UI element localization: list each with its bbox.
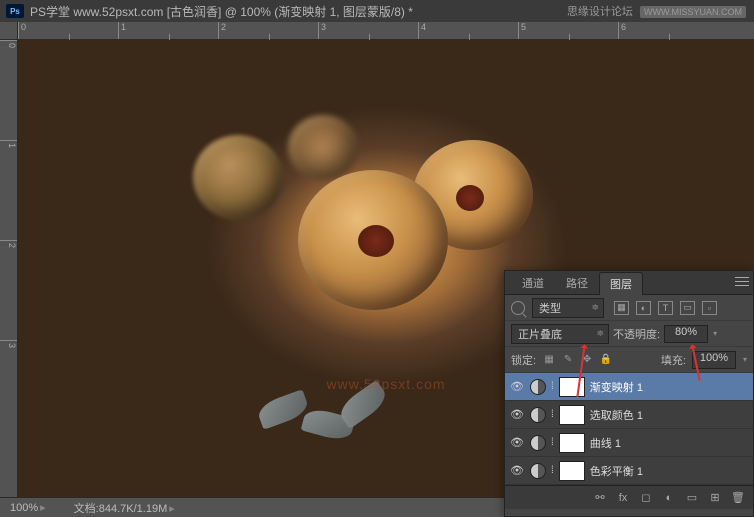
blend-row: 正片叠底 不透明度: 80% ▾ <box>505 321 753 347</box>
chevron-icon[interactable]: ▾ <box>713 329 717 338</box>
link-layers-icon[interactable]: ⚯ <box>593 491 607 505</box>
tab-paths[interactable]: 路径 <box>555 271 599 294</box>
mask-icon[interactable]: ◻ <box>639 491 653 505</box>
link-icon[interactable]: ⁞ <box>551 465 554 476</box>
filter-pixel-icon[interactable]: ▦ <box>614 301 629 315</box>
lock-row: 锁定: ▦ ✎ ✥ 🔒 填充: 100% ▾ <box>505 347 753 373</box>
adjustment-icon <box>530 379 546 395</box>
layer-name[interactable]: 选取颜色 1 <box>590 407 643 423</box>
lock-transparency-icon[interactable]: ▦ <box>542 353 556 367</box>
fill-input[interactable]: 100% <box>692 351 736 369</box>
ruler-h-tick: 4 <box>418 22 518 39</box>
ruler-h-tick: 1 <box>118 22 218 39</box>
ruler-v-tick: 0 <box>0 40 17 140</box>
filter-row: 类型 ▦ ◐ T ▭ ▫ <box>505 295 753 321</box>
blend-mode-dropdown[interactable]: 正片叠底 <box>511 324 609 344</box>
canvas-watermark: www.52psxt.com <box>326 376 445 392</box>
lock-pixels-icon[interactable]: ✎ <box>561 353 575 367</box>
ruler-h-tick: 6 <box>618 22 718 39</box>
adjustment-icon <box>530 463 546 479</box>
lock-all-icon[interactable]: 🔒 <box>599 353 613 367</box>
layer-row[interactable]: 👁 ⁞ 渐变映射 1 <box>505 373 753 401</box>
layer-row[interactable]: 👁 ⁞ 曲线 1 <box>505 429 753 457</box>
trash-icon[interactable]: 🗑 <box>731 491 745 505</box>
doc-info[interactable]: 文档:844.7K/1.19M▸ <box>74 500 175 516</box>
ruler-v-tick: 1 <box>0 140 17 240</box>
link-icon[interactable]: ⁞ <box>551 409 554 420</box>
fill-label: 填充: <box>661 352 686 368</box>
ruler-corner <box>0 22 18 40</box>
group-icon[interactable]: ▭ <box>685 491 699 505</box>
filter-shape-icon[interactable]: ▭ <box>680 301 695 315</box>
ps-app-icon: Ps <box>6 4 24 18</box>
lock-position-icon[interactable]: ✥ <box>580 353 594 367</box>
panel-menu-icon[interactable] <box>735 275 749 287</box>
chevron-icon[interactable]: ▾ <box>743 355 747 364</box>
document-title: PS学堂 www.52psxt.com [古色润香] @ 100% (渐变映射 … <box>30 3 413 20</box>
ruler-h-tick: 2 <box>218 22 318 39</box>
visibility-icon[interactable]: 👁 <box>509 463 525 479</box>
fx-icon[interactable]: fx <box>616 491 630 505</box>
opacity-label: 不透明度: <box>613 326 660 342</box>
new-layer-icon[interactable]: ⊞ <box>708 491 722 505</box>
zoom-level[interactable]: 100%▸ <box>10 501 46 514</box>
kind-dropdown[interactable]: 类型 <box>532 298 604 318</box>
mask-thumbnail[interactable] <box>559 377 585 397</box>
lock-label: 锁定: <box>511 352 536 368</box>
layer-row[interactable]: 👁 ⁞ 色彩平衡 1 <box>505 457 753 485</box>
mask-thumbnail[interactable] <box>559 461 585 481</box>
visibility-icon[interactable]: 👁 <box>509 379 525 395</box>
ruler-horizontal[interactable]: 0 1 2 3 4 5 6 <box>18 22 754 40</box>
mask-thumbnail[interactable] <box>559 405 585 425</box>
layers-panel: 通道 路径 图层 类型 ▦ ◐ T ▭ ▫ 正片叠底 不透明度: 80% ▾ 锁… <box>504 270 754 517</box>
link-icon[interactable]: ⁞ <box>551 437 554 448</box>
adjustment-layer-icon[interactable]: ◐ <box>662 491 676 505</box>
tab-channels[interactable]: 通道 <box>511 271 555 294</box>
link-icon[interactable]: ⁞ <box>551 381 554 392</box>
panel-tabs: 通道 路径 图层 <box>505 271 753 295</box>
visibility-icon[interactable]: 👁 <box>509 435 525 451</box>
filter-type-icon[interactable]: T <box>658 301 673 315</box>
adjustment-icon <box>530 435 546 451</box>
ruler-v-tick: 3 <box>0 340 17 440</box>
watermark-top: 思缘设计论坛 WWW.MISSYUAN.COM <box>567 3 746 19</box>
panel-footer: ⚯ fx ◻ ◐ ▭ ⊞ 🗑 <box>505 485 753 509</box>
layers-list: 👁 ⁞ 渐变映射 1 👁 ⁞ 选取颜色 1 👁 ⁞ 曲线 1 👁 ⁞ 色彩平衡 … <box>505 373 753 485</box>
opacity-input[interactable]: 80% <box>664 325 708 343</box>
ruler-vertical[interactable]: 0 1 2 3 <box>0 40 18 497</box>
ruler-h-tick: 0 <box>18 22 118 39</box>
filter-smart-icon[interactable]: ▫ <box>702 301 717 315</box>
layer-name[interactable]: 色彩平衡 1 <box>590 463 643 479</box>
filter-adjust-icon[interactable]: ◐ <box>636 301 651 315</box>
mask-thumbnail[interactable] <box>559 433 585 453</box>
adjustment-icon <box>530 407 546 423</box>
ruler-v-tick: 2 <box>0 240 17 340</box>
ruler-h-tick: 5 <box>518 22 618 39</box>
layer-name[interactable]: 曲线 1 <box>590 435 621 451</box>
layer-name[interactable]: 渐变映射 1 <box>590 379 643 395</box>
search-icon[interactable] <box>511 301 525 315</box>
layer-row[interactable]: 👁 ⁞ 选取颜色 1 <box>505 401 753 429</box>
visibility-icon[interactable]: 👁 <box>509 407 525 423</box>
tab-layers[interactable]: 图层 <box>599 272 643 295</box>
ruler-h-tick: 3 <box>318 22 418 39</box>
